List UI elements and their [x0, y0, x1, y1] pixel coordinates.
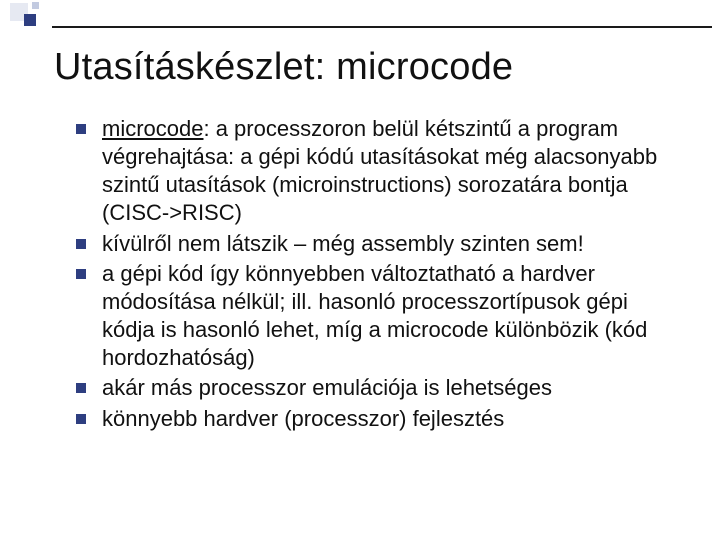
slide-title: Utasításkészlet: microcode — [54, 46, 686, 89]
horizontal-rule — [52, 26, 712, 28]
list-item: a gépi kód így könnyebben változtatható … — [76, 260, 686, 373]
slide-content: Utasításkészlet: microcode microcode: a … — [0, 0, 720, 455]
list-item: microcode: a processzoron belül kétszint… — [76, 115, 686, 228]
corner-decoration — [0, 0, 60, 40]
list-item: kívülről nem látszik – még assembly szin… — [76, 230, 686, 258]
bullet-text: könnyebb hardver (processzor) fejlesztés — [102, 406, 504, 431]
bullet-text: a gépi kód így könnyebben változtatható … — [102, 261, 647, 370]
bullet-list: microcode: a processzoron belül kétszint… — [54, 115, 686, 433]
list-item: könnyebb hardver (processzor) fejlesztés — [76, 405, 686, 433]
list-item: akár más processzor emulációja is lehets… — [76, 374, 686, 402]
bullet-lead-underline: microcode — [102, 116, 203, 141]
bullet-text: akár más processzor emulációja is lehets… — [102, 375, 552, 400]
square-icon — [24, 14, 36, 26]
square-icon — [32, 2, 39, 9]
bullet-text: kívülről nem látszik – még assembly szin… — [102, 231, 584, 256]
